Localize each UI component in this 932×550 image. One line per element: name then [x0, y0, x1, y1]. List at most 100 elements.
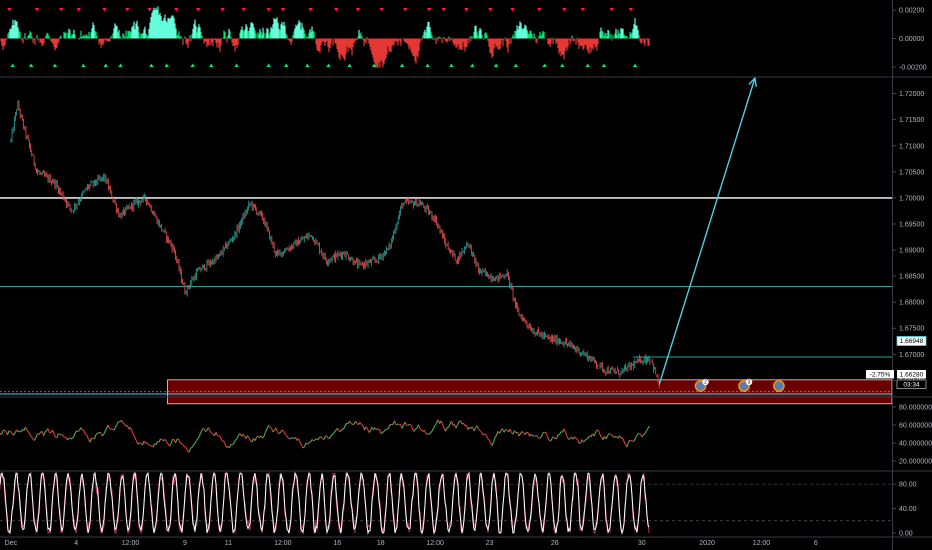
price-axis-label: 1.67500: [899, 326, 924, 333]
rsi-segment: [365, 426, 368, 430]
rsi-segment: [521, 431, 524, 434]
oscillator-pane[interactable]: [0, 6, 650, 69]
rsi-segment: [359, 422, 362, 425]
rsi-segment: [407, 423, 410, 426]
event-marker-icon[interactable]: [773, 380, 785, 392]
time-axis-label: 4: [74, 540, 78, 547]
trading-chart[interactable]: 23 1.720001.715001.710001.705001.700001.…: [0, 0, 932, 550]
buy-signal-icon: [632, 63, 638, 67]
rsi-segment: [628, 439, 631, 443]
rsi-segment: [599, 434, 602, 438]
rsi-segment: [593, 432, 597, 437]
buy-signal-icon: [81, 63, 86, 67]
bar-countdown-label: 03:34: [896, 379, 927, 389]
rsi-segment: [179, 441, 182, 445]
rsi-segment: [133, 434, 136, 438]
rsi-segment: [488, 439, 491, 443]
buy-signal-icon: [103, 63, 108, 67]
rsi-segment: [263, 431, 267, 437]
rsi-segment: [193, 442, 196, 446]
rsi-segment: [124, 423, 127, 427]
rsi-segment: [423, 429, 427, 434]
rsi-segment: [10, 431, 13, 434]
buy-signal-icon: [164, 63, 169, 67]
price-scale[interactable]: 1.72000 1.71500 1.71000 1.70500 1.70000 1.695…: [0, 0, 932, 550]
rsi-segment: [297, 438, 301, 443]
rsi-segment: [194, 440, 197, 444]
rsi-segment: [56, 433, 60, 438]
rsi-axis-label: 80.000000: [899, 405, 932, 412]
rsi-segment: [481, 431, 484, 435]
rsi-segment: [4, 429, 7, 432]
rsi-segment: [574, 436, 577, 439]
price-pane[interactable]: 23: [0, 76, 893, 405]
rsi-segment: [181, 443, 184, 446]
time-scale[interactable]: Dec 4 12:00 9 11 12:00 16 18 12:00 23 26 30 2020 12:0…: [5, 540, 818, 547]
rsi-segment: [16, 429, 19, 433]
stochastic-pane[interactable]: [0, 471, 892, 535]
buy-signal-icon: [449, 63, 454, 67]
rsi-segment: [233, 439, 237, 444]
rsi-segment: [469, 426, 472, 429]
rsi-segment: [320, 436, 323, 440]
rsi-segment: [323, 435, 327, 440]
rsi-pane[interactable]: [0, 419, 650, 453]
rsi-segment: [455, 424, 458, 429]
rsi-segment: [200, 428, 204, 433]
rsi-segment: [611, 434, 614, 438]
event-badge-count: 3: [748, 380, 751, 386]
price-axis-label: 1.71000: [899, 143, 924, 150]
rsi-segment: [72, 433, 76, 438]
rsi-segment: [595, 429, 598, 433]
rsi-segment: [425, 433, 428, 435]
rsi-segment: [638, 432, 641, 435]
rsi-segment: [334, 429, 337, 433]
rsi-segment: [382, 430, 385, 433]
rsi-segment: [47, 428, 51, 433]
rsi-segment: [272, 429, 275, 433]
rsi-segment: [256, 435, 259, 438]
buy-signal-icon: [284, 63, 289, 67]
rsi-segment: [83, 430, 87, 435]
rsi-segment: [463, 422, 466, 426]
rsi-segment: [286, 435, 289, 438]
rsi-segment: [503, 429, 506, 433]
sell-signal-icon: [355, 8, 361, 12]
current-price-label: 1.66948: [896, 336, 927, 346]
rsi-segment: [28, 431, 31, 436]
rsi-segment: [262, 435, 265, 439]
rsi-segment: [619, 435, 622, 439]
rsi-segment: [476, 425, 480, 430]
projection-arrow[interactable]: [658, 77, 756, 385]
rsi-segment: [440, 420, 443, 425]
buy-signal-icon: [425, 63, 430, 67]
rsi-axis-label: 60.000000: [899, 423, 932, 430]
event-badge-count: 2: [704, 380, 707, 386]
time-axis-label: 16: [333, 540, 341, 547]
rsi-segment: [387, 424, 391, 429]
rsi-segment: [478, 428, 481, 431]
rsi-segment: [329, 434, 332, 439]
rsi-segment: [38, 432, 41, 435]
sell-signal-icon: [147, 8, 152, 12]
rsi-segment: [190, 447, 193, 449]
rsi-segment: [473, 427, 476, 432]
oscillator-axis-label: 0.00200: [899, 8, 924, 15]
rsi-segment: [509, 429, 512, 433]
rsi-segment: [350, 422, 353, 425]
rsi-segment: [546, 436, 550, 441]
rsi-segment: [80, 427, 83, 431]
sell-signal-icon: [580, 8, 585, 12]
rsi-segment: [25, 426, 28, 431]
oscillator-axis-label: 0.00000: [899, 36, 924, 43]
buy-signal-icon: [347, 63, 352, 67]
price-axis-label: 1.70000: [899, 195, 924, 202]
rsi-segment: [325, 435, 328, 437]
sell-signal-icon: [195, 8, 201, 12]
rsi-segment: [607, 433, 610, 437]
rsi-segment: [71, 436, 74, 439]
rsi-segment: [524, 431, 527, 435]
rsi-segment: [77, 429, 80, 433]
rsi-segment: [113, 426, 116, 431]
rsi-segment: [52, 429, 55, 434]
